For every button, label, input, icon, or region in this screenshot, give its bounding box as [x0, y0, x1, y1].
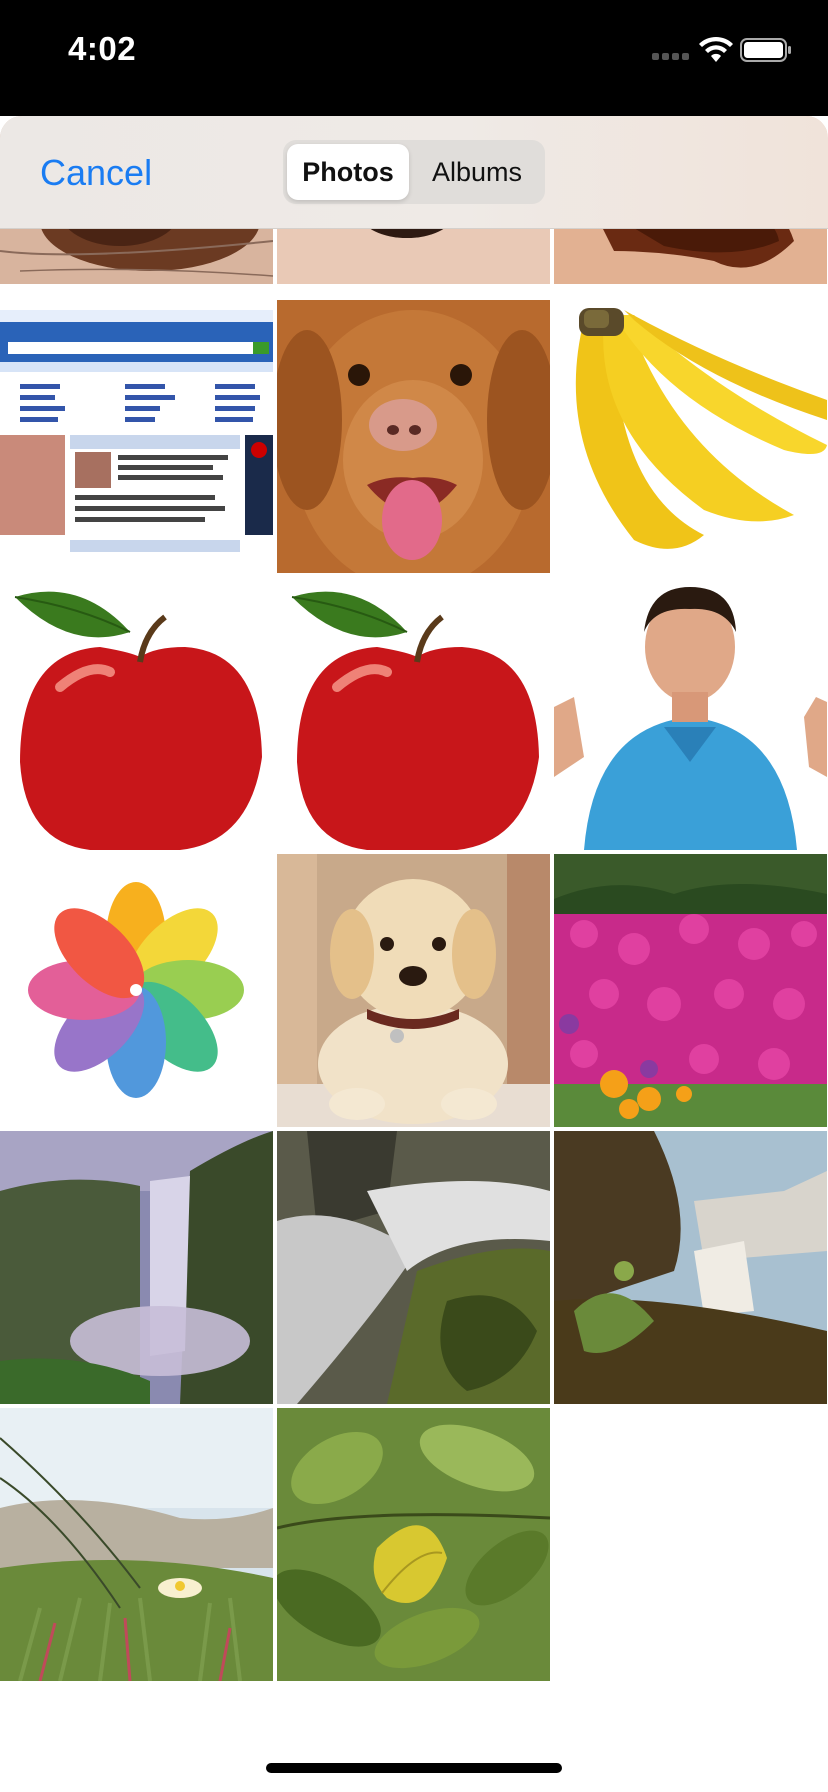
- photo-apple-2[interactable]: [277, 577, 550, 850]
- dog-photo-icon: [277, 300, 550, 573]
- photo-photos-app-logo[interactable]: [0, 854, 273, 1127]
- webpage-screenshot-icon: [0, 300, 273, 573]
- home-indicator[interactable]: [266, 1763, 562, 1773]
- segment-albums[interactable]: Albums: [413, 144, 541, 200]
- flowers-photo-icon: [554, 854, 827, 1127]
- photo-man-thumbs-up[interactable]: [554, 577, 827, 850]
- cancel-button[interactable]: Cancel: [40, 152, 152, 194]
- waterfall-photo-icon: [277, 1131, 550, 1404]
- apple-photo-icon: [0, 577, 273, 850]
- photo-pink-flowers[interactable]: [554, 854, 827, 1127]
- photo-waterfall-3[interactable]: [554, 1131, 827, 1404]
- battery-icon: [740, 38, 791, 62]
- wifi-icon: [699, 36, 733, 62]
- segment-photos[interactable]: Photos: [287, 144, 409, 200]
- screen: 4:02 Cancel Photos Albums: [0, 0, 828, 1792]
- puppy-photo-icon: [277, 854, 550, 1127]
- photo-picker-sheet: Cancel Photos Albums: [0, 116, 828, 1792]
- photo-waterfall-1[interactable]: [0, 1131, 273, 1404]
- picker-nav-bar: Cancel Photos Albums: [0, 116, 828, 229]
- photo-waterfall-2[interactable]: [277, 1131, 550, 1404]
- waterfall-photo-icon: [554, 1131, 827, 1404]
- status-bar: 4:02: [0, 0, 828, 116]
- status-time: 4:02: [68, 30, 137, 67]
- cellular-signal-icon: [652, 53, 689, 60]
- photo-msn-webpage[interactable]: [0, 300, 273, 573]
- photo-puppy[interactable]: [277, 854, 550, 1127]
- banana-photo-icon: [554, 300, 827, 573]
- photo-dog[interactable]: [277, 300, 550, 573]
- photos-app-icon: [0, 854, 273, 1127]
- plant-photo-icon: [0, 1408, 273, 1681]
- waterfall-photo-icon: [0, 1131, 273, 1404]
- photo-dune-flower[interactable]: [0, 1408, 273, 1681]
- photo-bananas[interactable]: [554, 300, 827, 573]
- apple-photo-icon: [277, 577, 550, 850]
- leaves-photo-icon: [277, 1408, 550, 1681]
- photo-apple-1[interactable]: [0, 577, 273, 850]
- photos-albums-segmented-control: Photos Albums: [283, 140, 545, 204]
- photo-leaves[interactable]: [277, 1408, 550, 1681]
- person-photo-icon: [554, 577, 827, 850]
